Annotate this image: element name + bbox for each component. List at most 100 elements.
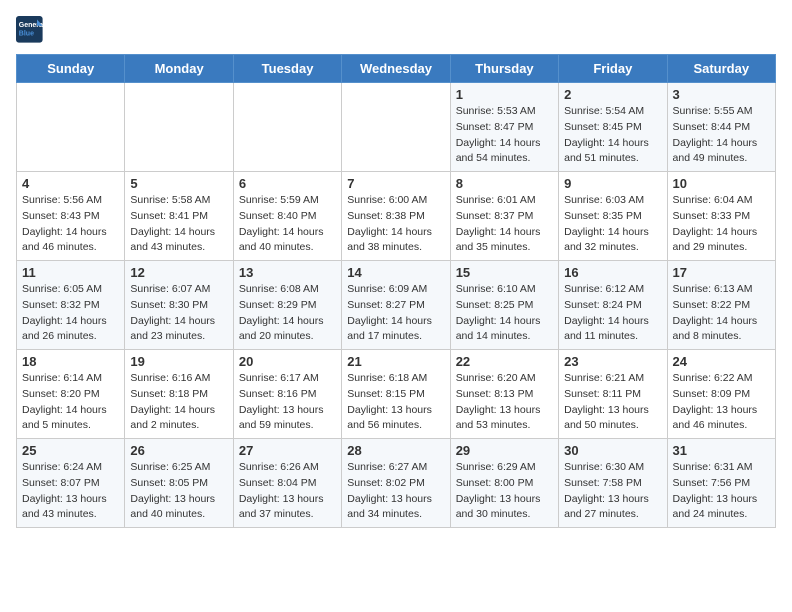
- day-number: 2: [564, 87, 661, 102]
- calendar-cell: 9 Sunrise: 6:03 AM Sunset: 8:35 PM Daylig…: [559, 172, 667, 261]
- calendar-cell: 26Sunrise: 6:25 AM Sunset: 8:05 PM Dayli…: [125, 439, 233, 528]
- day-number: 7: [347, 176, 444, 191]
- day-header-wednesday: Wednesday: [342, 55, 450, 83]
- day-number: 25: [22, 443, 119, 458]
- calendar-cell: [125, 83, 233, 172]
- day-info: Sunrise: 6:10 AM Sunset: 8:25 PM Dayligh…: [456, 282, 553, 345]
- day-number: 19: [130, 354, 227, 369]
- day-info: Sunrise: 6:01 AM Sunset: 8:37 PM Dayligh…: [456, 193, 553, 256]
- calendar-cell: 5 Sunrise: 5:58 AM Sunset: 8:41 PM Daylig…: [125, 172, 233, 261]
- day-info: Sunrise: 6:05 AM Sunset: 8:32 PM Dayligh…: [22, 282, 119, 345]
- calendar-cell: 7 Sunrise: 6:00 AM Sunset: 8:38 PM Daylig…: [342, 172, 450, 261]
- day-number: 24: [673, 354, 770, 369]
- day-header-thursday: Thursday: [450, 55, 558, 83]
- calendar-cell: 1 Sunrise: 5:53 AM Sunset: 8:47 PM Daylig…: [450, 83, 558, 172]
- day-header-saturday: Saturday: [667, 55, 775, 83]
- day-info: Sunrise: 6:04 AM Sunset: 8:33 PM Dayligh…: [673, 193, 770, 256]
- calendar-cell: 28Sunrise: 6:27 AM Sunset: 8:02 PM Dayli…: [342, 439, 450, 528]
- day-info: Sunrise: 6:16 AM Sunset: 8:18 PM Dayligh…: [130, 371, 227, 434]
- calendar-cell: 25 Sunrise: 6:24 AM Sunset: 8:07 PM Dayli…: [17, 439, 125, 528]
- day-info: Sunrise: 5:58 AM Sunset: 8:41 PM Dayligh…: [130, 193, 227, 256]
- day-header-sunday: Sunday: [17, 55, 125, 83]
- calendar-cell: 8 Sunrise: 6:01 AM Sunset: 8:37 PM Daylig…: [450, 172, 558, 261]
- day-header-tuesday: Tuesday: [233, 55, 341, 83]
- calendar-cell: 29 Sunrise: 6:29 AM Sunset: 8:00 PM Dayli…: [450, 439, 558, 528]
- day-info: Sunrise: 6:30 AM Sunset: 7:58 PM Dayligh…: [564, 460, 661, 523]
- week-row-3: 11 Sunrise: 6:05 AM Sunset: 8:32 PM Dayli…: [17, 261, 776, 350]
- calendar-cell: 18 Sunrise: 6:14 AM Sunset: 8:20 PM Dayli…: [17, 350, 125, 439]
- calendar-cell: [233, 83, 341, 172]
- week-row-4: 18 Sunrise: 6:14 AM Sunset: 8:20 PM Dayli…: [17, 350, 776, 439]
- calendar-cell: 24 Sunrise: 6:22 AM Sunset: 8:09 PM Dayli…: [667, 350, 775, 439]
- day-info: Sunrise: 6:25 AM Sunset: 8:05 PM Dayligh…: [130, 460, 227, 523]
- week-row-1: 1 Sunrise: 5:53 AM Sunset: 8:47 PM Daylig…: [17, 83, 776, 172]
- calendar-cell: 16 Sunrise: 6:12 AM Sunset: 8:24 PM Dayli…: [559, 261, 667, 350]
- calendar-cell: 12 Sunrise: 6:07 AM Sunset: 8:30 PM Dayli…: [125, 261, 233, 350]
- day-info: Sunrise: 5:54 AM Sunset: 8:45 PM Dayligh…: [564, 104, 661, 167]
- day-number: 1: [456, 87, 553, 102]
- day-number: 12: [130, 265, 227, 280]
- logo: General Blue: [16, 16, 48, 44]
- day-info: Sunrise: 6:26 AM Sunset: 8:04 PM Dayligh…: [239, 460, 336, 523]
- calendar-cell: 10 Sunrise: 6:04 AM Sunset: 8:33 PM Dayli…: [667, 172, 775, 261]
- day-info: Sunrise: 6:24 AM Sunset: 8:07 PM Dayligh…: [22, 460, 119, 523]
- day-info: Sunrise: 5:56 AM Sunset: 8:43 PM Dayligh…: [22, 193, 119, 256]
- calendar-cell: 14Sunrise: 6:09 AM Sunset: 8:27 PM Dayli…: [342, 261, 450, 350]
- header: General Blue: [16, 16, 776, 44]
- day-info: Sunrise: 6:18 AM Sunset: 8:15 PM Dayligh…: [347, 371, 444, 434]
- calendar-cell: 23 Sunrise: 6:21 AM Sunset: 8:11 PM Dayli…: [559, 350, 667, 439]
- day-info: Sunrise: 6:14 AM Sunset: 8:20 PM Dayligh…: [22, 371, 119, 434]
- day-info: Sunrise: 6:22 AM Sunset: 8:09 PM Dayligh…: [673, 371, 770, 434]
- day-number: 11: [22, 265, 119, 280]
- day-number: 16: [564, 265, 661, 280]
- day-number: 23: [564, 354, 661, 369]
- day-info: Sunrise: 6:31 AM Sunset: 7:56 PM Dayligh…: [673, 460, 770, 523]
- day-number: 4: [22, 176, 119, 191]
- day-info: Sunrise: 6:17 AM Sunset: 8:16 PM Dayligh…: [239, 371, 336, 434]
- day-number: 6: [239, 176, 336, 191]
- day-info: Sunrise: 6:07 AM Sunset: 8:30 PM Dayligh…: [130, 282, 227, 345]
- day-number: 10: [673, 176, 770, 191]
- calendar-cell: 21 Sunrise: 6:18 AM Sunset: 8:15 PM Dayli…: [342, 350, 450, 439]
- day-number: 18: [22, 354, 119, 369]
- calendar-table: SundayMondayTuesdayWednesdayThursdayFrid…: [16, 54, 776, 528]
- day-info: Sunrise: 5:53 AM Sunset: 8:47 PM Dayligh…: [456, 104, 553, 167]
- day-info: Sunrise: 6:12 AM Sunset: 8:24 PM Dayligh…: [564, 282, 661, 345]
- day-info: Sunrise: 6:09 AM Sunset: 8:27 PM Dayligh…: [347, 282, 444, 345]
- day-number: 20: [239, 354, 336, 369]
- day-number: 21: [347, 354, 444, 369]
- calendar-cell: 3Sunrise: 5:55 AM Sunset: 8:44 PM Daylig…: [667, 83, 775, 172]
- calendar-cell: 15 Sunrise: 6:10 AM Sunset: 8:25 PM Dayli…: [450, 261, 558, 350]
- day-number: 27: [239, 443, 336, 458]
- day-number: 29: [456, 443, 553, 458]
- svg-text:Blue: Blue: [19, 31, 34, 38]
- day-header-monday: Monday: [125, 55, 233, 83]
- calendar-cell: 30 Sunrise: 6:30 AM Sunset: 7:58 PM Dayli…: [559, 439, 667, 528]
- day-info: Sunrise: 6:20 AM Sunset: 8:13 PM Dayligh…: [456, 371, 553, 434]
- day-number: 22: [456, 354, 553, 369]
- calendar-cell: 31Sunrise: 6:31 AM Sunset: 7:56 PM Dayli…: [667, 439, 775, 528]
- calendar-cell: 4 Sunrise: 5:56 AM Sunset: 8:43 PM Daylig…: [17, 172, 125, 261]
- day-number: 8: [456, 176, 553, 191]
- day-info: Sunrise: 6:21 AM Sunset: 8:11 PM Dayligh…: [564, 371, 661, 434]
- day-number: 5: [130, 176, 227, 191]
- day-info: Sunrise: 6:27 AM Sunset: 8:02 PM Dayligh…: [347, 460, 444, 523]
- calendar-cell: 20 Sunrise: 6:17 AM Sunset: 8:16 PM Dayli…: [233, 350, 341, 439]
- days-header-row: SundayMondayTuesdayWednesdayThursdayFrid…: [17, 55, 776, 83]
- calendar-cell: 27 Sunrise: 6:26 AM Sunset: 8:04 PM Dayli…: [233, 439, 341, 528]
- day-info: Sunrise: 6:29 AM Sunset: 8:00 PM Dayligh…: [456, 460, 553, 523]
- week-row-5: 25 Sunrise: 6:24 AM Sunset: 8:07 PM Dayli…: [17, 439, 776, 528]
- calendar-cell: [17, 83, 125, 172]
- day-number: 15: [456, 265, 553, 280]
- calendar-cell: 19 Sunrise: 6:16 AM Sunset: 8:18 PM Dayli…: [125, 350, 233, 439]
- calendar-cell: 11 Sunrise: 6:05 AM Sunset: 8:32 PM Dayli…: [17, 261, 125, 350]
- day-info: Sunrise: 6:00 AM Sunset: 8:38 PM Dayligh…: [347, 193, 444, 256]
- day-number: 30: [564, 443, 661, 458]
- day-header-friday: Friday: [559, 55, 667, 83]
- day-info: Sunrise: 5:59 AM Sunset: 8:40 PM Dayligh…: [239, 193, 336, 256]
- calendar-cell: [342, 83, 450, 172]
- day-number: 9: [564, 176, 661, 191]
- calendar-cell: 6 Sunrise: 5:59 AM Sunset: 8:40 PM Daylig…: [233, 172, 341, 261]
- day-info: Sunrise: 6:03 AM Sunset: 8:35 PM Dayligh…: [564, 193, 661, 256]
- calendar-cell: 13Sunrise: 6:08 AM Sunset: 8:29 PM Dayli…: [233, 261, 341, 350]
